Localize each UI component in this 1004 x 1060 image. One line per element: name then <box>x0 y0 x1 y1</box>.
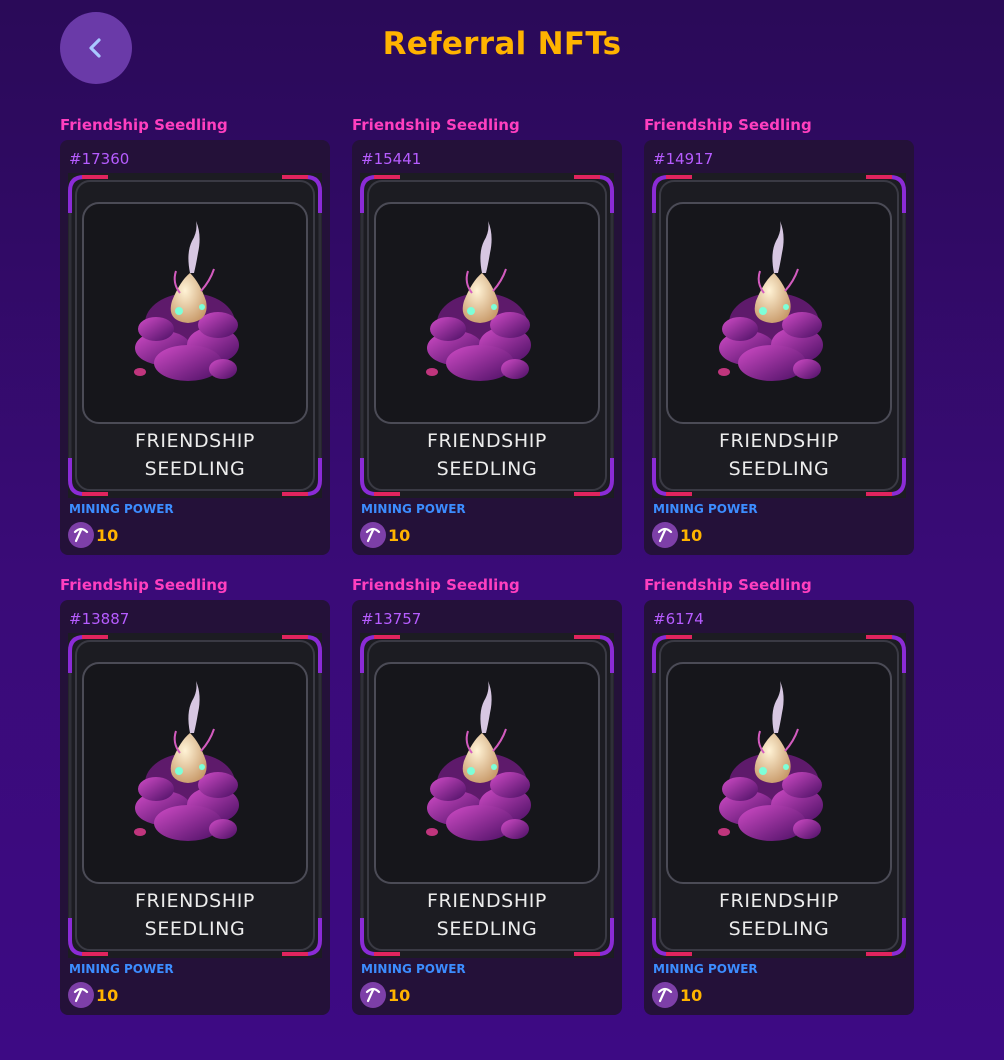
nft-name: FRIENDSHIP SEEDLING <box>135 430 255 480</box>
nft-image: FRIENDSHIP SEEDLING <box>360 633 614 958</box>
nft-name: FRIENDSHIP SEEDLING <box>135 890 255 940</box>
nft-id: #17360 <box>69 150 130 168</box>
mining-power-value: 10 <box>388 525 411 545</box>
mining-power-label: MINING POWER <box>69 962 174 976</box>
nft-card-title: Friendship Seedling <box>352 576 520 594</box>
nft-id: #6174 <box>653 610 704 628</box>
pickaxe-icon <box>68 522 94 548</box>
nft-card-title: Friendship Seedling <box>644 576 812 594</box>
nft-id: #14917 <box>653 150 714 168</box>
mining-power-value: 10 <box>680 525 703 545</box>
mining-power-label: MINING POWER <box>653 502 758 516</box>
nft-image: FRIENDSHIP SEEDLING <box>68 173 322 498</box>
nft-grid-cell: Friendship Seedling #13887 FRIENDSHIP SEE… <box>60 574 332 1015</box>
pickaxe-icon <box>68 982 94 1008</box>
mining-power-value: 10 <box>680 985 703 1005</box>
pickaxe-icon <box>360 982 386 1008</box>
mining-power-value: 10 <box>388 985 411 1005</box>
nft-card-title: Friendship Seedling <box>60 576 228 594</box>
nft-id: #13757 <box>361 610 422 628</box>
mining-power-label: MINING POWER <box>361 502 466 516</box>
nft-image: FRIENDSHIP SEEDLING <box>652 633 906 958</box>
nft-image: FRIENDSHIP SEEDLING <box>652 173 906 498</box>
mining-power-value: 10 <box>96 525 119 545</box>
mining-power: 10 <box>360 522 410 548</box>
nft-card-title: Friendship Seedling <box>352 116 520 134</box>
pickaxe-icon <box>360 522 386 548</box>
mining-power: 10 <box>68 982 118 1008</box>
nft-name: FRIENDSHIP SEEDLING <box>427 890 547 940</box>
nft-card[interactable]: #14917 FRIENDSHIPSEEDLING MINING POWER <box>644 140 914 555</box>
nft-card[interactable]: #13887 FRIENDSHIPSEEDLING MINING POWER <box>60 600 330 1015</box>
nft-card[interactable]: #17360 FRIENDSHIPSEEDLING MINING POWER <box>60 140 330 555</box>
nft-id: #15441 <box>361 150 422 168</box>
nft-card-title: Friendship Seedling <box>60 116 228 134</box>
nft-image: FRIENDSHIP SEEDLING <box>360 173 614 498</box>
nft-grid-cell: Friendship Seedling #15441 FRIENDSHIP SEE… <box>352 114 624 555</box>
nft-grid-cell: Friendship Seedling #14917 FRIENDSHIP SEE… <box>644 114 916 555</box>
nft-name: FRIENDSHIP SEEDLING <box>719 890 839 940</box>
nft-card-title: Friendship Seedling <box>644 116 812 134</box>
pickaxe-icon <box>652 522 678 548</box>
nft-grid-cell: Friendship Seedling #6174 FRIENDSHIP SEED… <box>644 574 916 1015</box>
mining-power-label: MINING POWER <box>361 962 466 976</box>
nft-card[interactable]: #15441 FRIENDSHIPSEEDLING MINING POWER <box>352 140 622 555</box>
mining-power-value: 10 <box>96 985 119 1005</box>
nft-image: FRIENDSHIP SEEDLING <box>68 633 322 958</box>
nft-id: #13887 <box>69 610 130 628</box>
nft-card[interactable]: #13757 FRIENDSHIPSEEDLING MINING POWER <box>352 600 622 1015</box>
mining-power: 10 <box>360 982 410 1008</box>
nft-grid-cell: Friendship Seedling #17360 FRIENDSHIP SEE… <box>60 114 332 555</box>
mining-power-label: MINING POWER <box>69 502 174 516</box>
pickaxe-icon <box>652 982 678 1008</box>
mining-power: 10 <box>652 522 702 548</box>
nft-name: FRIENDSHIP SEEDLING <box>427 430 547 480</box>
mining-power: 10 <box>68 522 118 548</box>
page-title: Referral NFTs <box>382 26 622 62</box>
mining-power: 10 <box>652 982 702 1008</box>
nft-name: FRIENDSHIP SEEDLING <box>719 430 839 480</box>
nft-card[interactable]: #6174 FRIENDSHIP SEEDLING MINING POWER 1… <box>644 600 914 1015</box>
nft-grid-cell: Friendship Seedling #13757 FRIENDSHIP SEE… <box>352 574 624 1015</box>
mining-power-label: MINING POWER <box>653 962 758 976</box>
